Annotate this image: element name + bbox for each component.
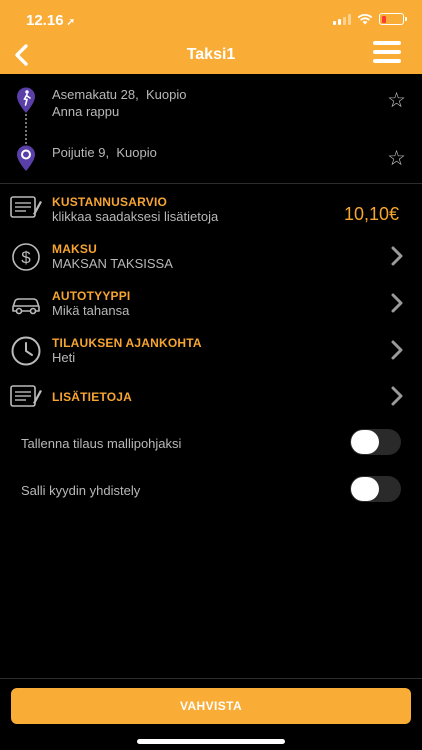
destination-address[interactable]: Poijutie 9, Kuopio <box>52 145 157 160</box>
order-time-label: TILAUKSEN AJANKOHTA <box>52 336 202 350</box>
chevron-right-icon <box>391 293 403 313</box>
pickup-address[interactable]: Asemakatu 28, Kuopio <box>52 87 186 102</box>
favorite-pickup-star-icon[interactable]: ☆ <box>387 88 406 113</box>
payment-label: MAKSU <box>52 242 97 256</box>
cost-estimate-label: KUSTANNUSARVIO <box>52 195 168 209</box>
route-section: Asemakatu 28, Kuopio Anna rappu ☆ Poijut… <box>0 74 422 184</box>
vehicle-type-label: AUTOTYYPPI <box>52 289 131 303</box>
payment-value: MAKSAN TAKSISSA <box>52 256 173 271</box>
additional-info-label: LISÄTIETOJA <box>52 390 132 404</box>
confirm-button[interactable]: VAHVISTA <box>11 688 411 724</box>
cost-estimate-row[interactable]: KUSTANNUSARVIO klikkaa saadaksesi lisäti… <box>0 188 422 232</box>
person-pin-icon <box>17 87 35 113</box>
svg-text:$: $ <box>21 248 31 267</box>
order-time-row[interactable]: TILAUKSEN AJANKOHTA Heti <box>0 331 422 375</box>
battery-icon <box>379 13 407 25</box>
ride-sharing-row: Salli kyydin yhdistely <box>0 476 422 506</box>
hamburger-menu-icon[interactable] <box>373 41 401 63</box>
payment-row[interactable]: $ MAKSU MAKSAN TAKSISSA <box>0 236 422 280</box>
destination-pin-icon <box>17 145 35 171</box>
chevron-right-icon <box>391 246 403 266</box>
signal-icon <box>333 13 351 25</box>
ride-sharing-label: Salli kyydin yhdistely <box>21 483 141 498</box>
save-template-row: Tallenna tilaus mallipohjaksi <box>0 429 422 459</box>
notes-icon <box>10 385 42 407</box>
divider <box>0 678 422 679</box>
home-indicator <box>137 739 285 744</box>
ride-sharing-toggle[interactable] <box>350 476 401 502</box>
status-indicators <box>333 13 407 25</box>
status-time: 12.16 ➚ <box>26 12 75 29</box>
receipt-icon <box>10 196 42 218</box>
location-arrow-icon: ➚ <box>66 17 75 28</box>
route-connector <box>25 114 27 144</box>
page-title: Taksi1 <box>186 46 236 63</box>
wifi-icon <box>357 13 373 25</box>
car-icon <box>12 298 40 315</box>
chevron-right-icon <box>391 340 403 360</box>
clock-icon <box>11 336 41 366</box>
top-bar: 12.16 ➚ Taksi1 <box>0 0 422 74</box>
save-template-toggle[interactable] <box>350 429 401 455</box>
pickup-note: Anna rappu <box>52 104 120 119</box>
additional-info-row[interactable]: LISÄTIETOJA <box>0 380 422 416</box>
vehicle-type-row[interactable]: AUTOTYYPPI Mikä tahansa <box>0 284 422 328</box>
price-value: 10,10€ <box>343 204 399 224</box>
save-template-label: Tallenna tilaus mallipohjaksi <box>21 436 182 451</box>
chevron-right-icon <box>391 386 403 406</box>
cost-estimate-hint: klikkaa saadaksesi lisätietoja <box>52 209 219 224</box>
order-time-value: Heti <box>52 350 76 365</box>
vehicle-type-value: Mikä tahansa <box>52 303 130 318</box>
dollar-icon: $ <box>12 243 40 271</box>
favorite-destination-star-icon[interactable]: ☆ <box>387 146 406 171</box>
